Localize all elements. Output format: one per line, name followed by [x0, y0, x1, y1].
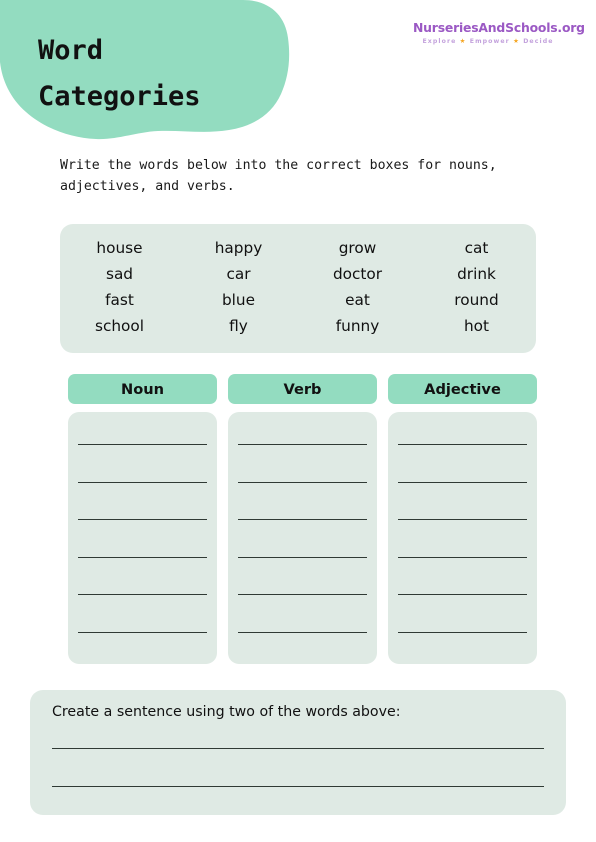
- word-bank-word: house: [96, 239, 143, 257]
- tagline-empower: Empower: [469, 38, 510, 46]
- tagline-decide: Decide: [523, 38, 554, 46]
- word-bank-word: round: [454, 290, 499, 309]
- sentence-line[interactable]: [52, 786, 544, 787]
- logo-tagline: Explore ★ Empower ★ Decide: [413, 38, 563, 45]
- word-bank-word: cat: [464, 239, 489, 257]
- logo-wordmark: NurseriesAndSchools.org: [413, 20, 585, 35]
- category-label: Noun: [120, 380, 165, 398]
- answer-line[interactable]: [78, 444, 207, 445]
- answer-line[interactable]: [398, 444, 527, 445]
- word-bank-word: hot: [463, 316, 490, 335]
- tagline-explore: Explore: [422, 38, 457, 46]
- word-bank-column: grow doctor eat funny: [298, 236, 417, 353]
- category-label: Adjective: [424, 380, 501, 398]
- answer-line[interactable]: [238, 444, 367, 445]
- word-bank-word: fly: [229, 316, 248, 335]
- answer-line[interactable]: [398, 631, 527, 633]
- page-title: Word Categories: [38, 35, 201, 113]
- category-label: Verb: [283, 380, 322, 398]
- word-bank-word: blue: [221, 290, 256, 309]
- answer-box-noun[interactable]: [68, 412, 217, 664]
- word-bank-panel: house sad fast school happy car blue fly…: [60, 224, 536, 353]
- answer-line[interactable]: [238, 631, 367, 633]
- category-header-noun: Noun: [68, 374, 217, 404]
- category-columns: Noun Verb Adjective: [68, 374, 537, 664]
- word-bank-word: grow: [338, 239, 377, 257]
- category-column-verb: Verb: [228, 374, 377, 664]
- answer-line[interactable]: [398, 481, 527, 483]
- answer-box-adjective[interactable]: [388, 412, 537, 664]
- answer-line[interactable]: [78, 481, 207, 483]
- answer-line[interactable]: [78, 556, 207, 558]
- word-bank-column: house sad fast school: [60, 236, 179, 353]
- word-bank-word: drink: [457, 264, 496, 283]
- answer-line[interactable]: [238, 519, 367, 520]
- category-column-adjective: Adjective: [388, 374, 537, 664]
- word-bank-column: cat drink round hot: [417, 236, 536, 353]
- sentence-section: Create a sentence using two of the words…: [30, 690, 566, 815]
- answer-line[interactable]: [238, 594, 367, 595]
- site-logo: NurseriesAndSchools.org Explore ★ Empowe…: [413, 20, 585, 46]
- star-icon: ★: [459, 37, 467, 46]
- answer-line[interactable]: [238, 481, 367, 483]
- sentence-prompt-label: Create a sentence using two of the words…: [52, 704, 401, 720]
- answer-box-verb[interactable]: [228, 412, 377, 664]
- word-bank-word: doctor: [332, 264, 383, 283]
- sentence-line[interactable]: [52, 748, 544, 749]
- word-bank-word: happy: [214, 239, 263, 257]
- category-column-noun: Noun: [68, 374, 217, 664]
- answer-line[interactable]: [78, 519, 207, 520]
- word-bank-word: sad: [105, 264, 134, 283]
- answer-line[interactable]: [398, 594, 527, 595]
- word-bank-word: eat: [345, 290, 370, 309]
- word-bank-word: car: [226, 264, 251, 283]
- word-bank-word: school: [94, 316, 145, 335]
- word-bank-word: funny: [335, 316, 380, 335]
- instructions-text: Write the words below into the correct b…: [60, 158, 497, 195]
- answer-line[interactable]: [398, 519, 527, 520]
- category-header-adjective: Adjective: [388, 374, 537, 404]
- star-icon: ★: [513, 37, 520, 46]
- category-header-verb: Verb: [228, 374, 377, 404]
- word-bank-column: happy car blue fly: [179, 236, 298, 353]
- word-bank-word: fast: [105, 290, 134, 309]
- answer-line[interactable]: [398, 556, 527, 558]
- answer-line[interactable]: [78, 631, 207, 633]
- answer-line[interactable]: [238, 556, 367, 558]
- answer-line[interactable]: [78, 594, 207, 595]
